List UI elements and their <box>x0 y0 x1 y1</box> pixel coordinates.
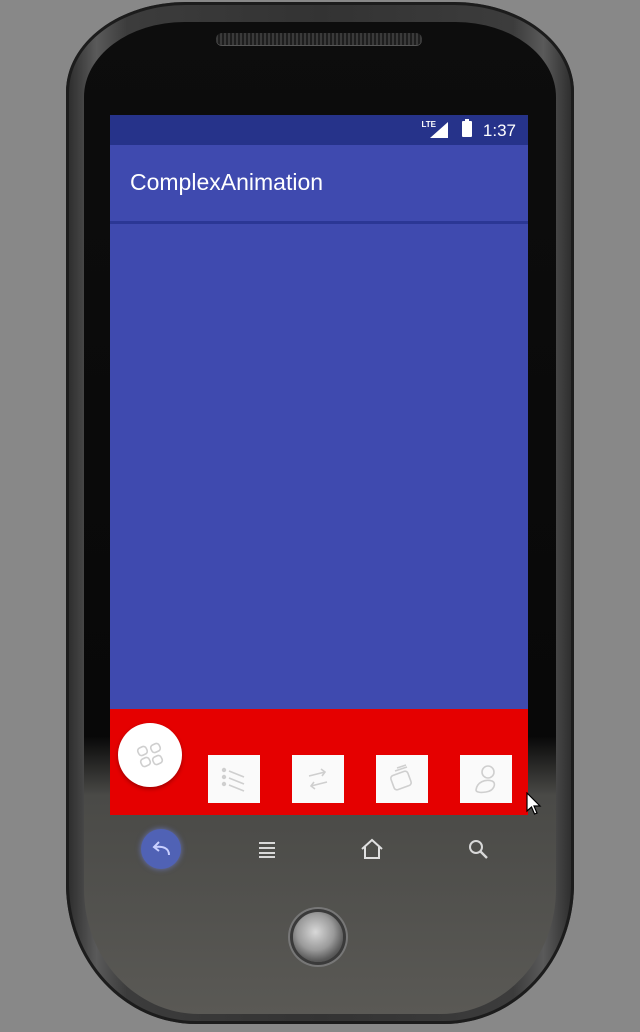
search-button[interactable] <box>458 829 498 869</box>
earpiece-speaker <box>216 33 422 45</box>
device-screen: LTE 1:37 ComplexAnimation <box>110 115 528 815</box>
app-bar: ComplexAnimation <box>110 145 528 224</box>
main-content <box>110 224 528 709</box>
search-icon <box>469 840 488 859</box>
menu-button[interactable] <box>247 829 287 869</box>
back-icon <box>152 841 170 856</box>
status-bar: LTE 1:37 <box>110 115 528 145</box>
swap-button[interactable] <box>292 755 344 803</box>
status-time: 1:37 <box>482 121 516 140</box>
profile-button[interactable] <box>460 755 512 803</box>
cards-button[interactable] <box>376 755 428 803</box>
page-title: ComplexAnimation <box>130 169 324 195</box>
bottom-panel <box>110 709 528 815</box>
swap-arrows-icon <box>308 768 328 790</box>
home-icon <box>361 838 383 859</box>
cards-icon <box>390 764 412 791</box>
navigation-bar <box>110 815 528 881</box>
mouse-cursor-icon <box>526 792 542 815</box>
fab-button[interactable] <box>118 723 182 787</box>
list-button[interactable] <box>208 755 260 803</box>
grid-apps-icon <box>136 742 164 768</box>
list-icon <box>221 767 245 792</box>
person-icon <box>475 765 496 794</box>
menu-icon <box>259 842 275 858</box>
home-nav-button[interactable] <box>352 829 392 869</box>
back-button[interactable] <box>141 829 181 869</box>
signal-icon <box>430 122 448 138</box>
battery-icon <box>462 119 472 137</box>
hardware-home-button[interactable] <box>293 912 343 962</box>
